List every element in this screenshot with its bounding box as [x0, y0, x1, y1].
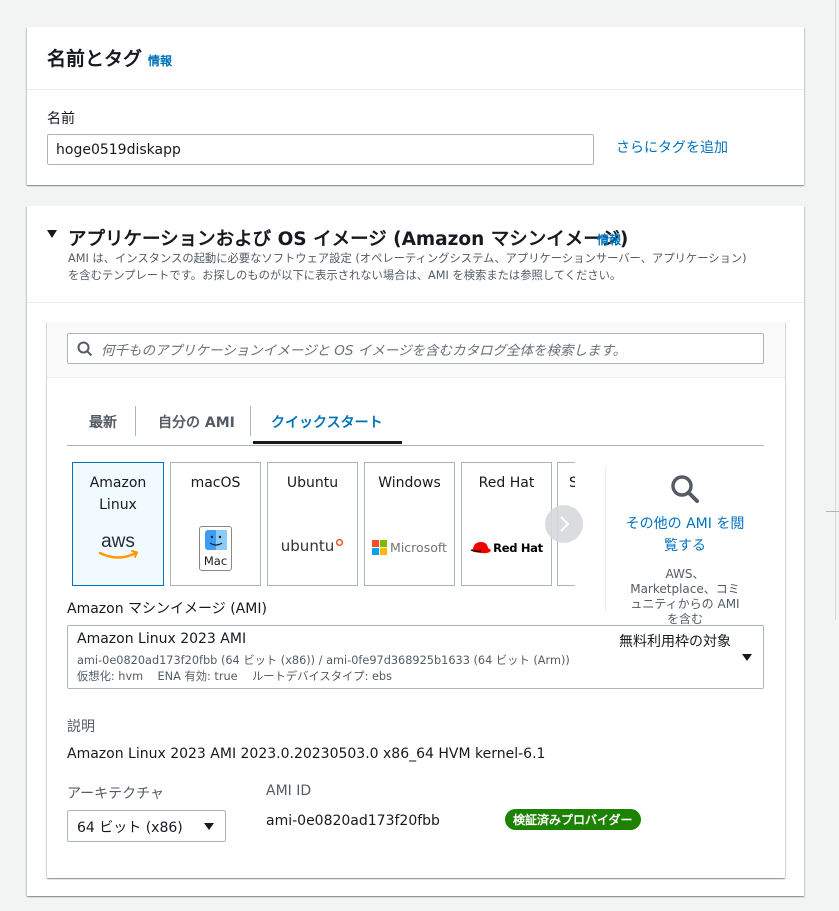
- ami-select[interactable]: Amazon Linux 2023 AMI 無料利用枠の対象 ami-0e082…: [67, 625, 764, 689]
- right-edge-marker: [826, 511, 839, 512]
- os-tile-label: Ubuntu: [286, 475, 339, 491]
- name-and-tags-panel: 名前とタグ 情報 名前 hoge0519diskapp さらにタグを追加: [27, 27, 804, 185]
- ubuntu-logo-text: ubuntu: [280, 537, 335, 555]
- browse-more-link[interactable]: その他の AMI を閲覧する: [621, 513, 749, 557]
- caret-down-icon: [742, 654, 752, 661]
- panel-description: AMI は、インスタンスの起動に必要なソフトウェア設定 (オペレーティングシステ…: [68, 250, 798, 284]
- browse-divider: [605, 467, 606, 611]
- carousel-next-button[interactable]: [545, 505, 583, 543]
- aws-logo-text: aws: [101, 531, 135, 552]
- os-tile-windows[interactable]: Windows Microsoft: [364, 462, 455, 586]
- redhat-logo-text: Red Hat: [493, 541, 543, 555]
- right-edge-divider: [835, 0, 836, 620]
- panel-divider: [27, 302, 804, 303]
- browse-more-amis[interactable]: その他の AMI を閲覧する AWS、Marketplace、コミュニティからの…: [610, 467, 760, 627]
- ami-catalog-container: 何千ものアプリケーションイメージと OS イメージを含むカタログ全体を検索します…: [47, 322, 785, 878]
- info-link[interactable]: 情報: [148, 52, 172, 69]
- description-value: Amazon Linux 2023 AMI 2023.0.20230503.0 …: [67, 746, 546, 762]
- aws-logo-icon: aws: [73, 531, 163, 563]
- panel-divider: [27, 89, 804, 90]
- os-tile-label: Red Hat: [478, 475, 535, 491]
- architecture-label: アーキテクチャ: [67, 786, 165, 802]
- name-input-value: hoge0519diskapp: [56, 141, 181, 158]
- chevron-right-icon: [560, 516, 570, 532]
- caret-down-icon: [204, 823, 214, 830]
- os-tile-label: Windows: [378, 475, 441, 491]
- panel-title: 名前とタグ: [47, 48, 143, 70]
- ami-panel: アプリケーションおよび OS イメージ (Amazon マシンイメージ) 情報 …: [27, 206, 804, 896]
- ami-ids: ami-0e0820ad173f20fbb (64 ビット (x86)) / a…: [77, 654, 570, 667]
- browse-more-note: AWS、Marketplace、コミュニティからの AMI を含む: [630, 567, 740, 626]
- ami-name: Amazon Linux 2023 AMI: [77, 631, 247, 647]
- name-input[interactable]: hoge0519diskapp: [47, 134, 594, 165]
- collapse-caret-icon[interactable]: [47, 230, 57, 238]
- name-label: 名前: [47, 111, 75, 127]
- description-label: 説明: [67, 719, 95, 735]
- verified-provider-badge: 検証済みプロバイダー: [505, 809, 641, 830]
- free-tier-label: 無料利用枠の対象: [619, 634, 731, 650]
- ami-id-value: ami-0e0820ad173f20fbb: [266, 813, 440, 829]
- architecture-value: 64 ビット (x86): [77, 820, 183, 836]
- description-line-1: AMI は、インスタンスの起動に必要なソフトウェア設定 (オペレーティングシステ…: [68, 252, 747, 265]
- os-tile-label: S: [569, 475, 575, 491]
- ami-id-label: AMI ID: [266, 783, 312, 799]
- os-tile-amazon-linux[interactable]: Amazon Linux aws: [72, 462, 164, 586]
- os-tile-label: macOS: [190, 475, 241, 491]
- add-more-tags-link[interactable]: さらにタグを追加: [616, 137, 728, 157]
- info-link[interactable]: 情報: [597, 231, 621, 248]
- architecture-select[interactable]: 64 ビット (x86): [67, 810, 226, 842]
- mac-label: Mac: [203, 554, 228, 568]
- mac-finder-icon: Mac: [171, 526, 260, 571]
- ami-details: 仮想化: hvm ENA 有効: true ルートデバイスタイプ: ebs: [77, 670, 392, 683]
- os-tiles-carousel: Amazon Linux aws macOS Mac Ubuntu ubuntu…: [47, 322, 575, 622]
- search-icon: [671, 475, 699, 503]
- microsoft-logo-text: Microsoft: [390, 540, 447, 555]
- os-tile-red-hat[interactable]: Red Hat Red Hat: [461, 462, 552, 586]
- os-tile-label: Amazon Linux: [89, 475, 147, 513]
- os-tile-ubuntu[interactable]: Ubuntu ubuntu: [267, 462, 358, 586]
- panel-title: アプリケーションおよび OS イメージ (Amazon マシンイメージ): [68, 229, 629, 250]
- microsoft-logo-icon: Microsoft: [365, 540, 454, 555]
- ami-label: Amazon マシンイメージ (AMI): [67, 601, 267, 617]
- redhat-logo-icon: Red Hat: [462, 540, 551, 556]
- ubuntu-logo-icon: ubuntu: [268, 537, 357, 555]
- os-tile-macos[interactable]: macOS Mac: [170, 462, 261, 586]
- description-line-2: を含むテンプレートです。お探しのものが以下に表示されない場合は、AMI を検索ま…: [68, 269, 622, 282]
